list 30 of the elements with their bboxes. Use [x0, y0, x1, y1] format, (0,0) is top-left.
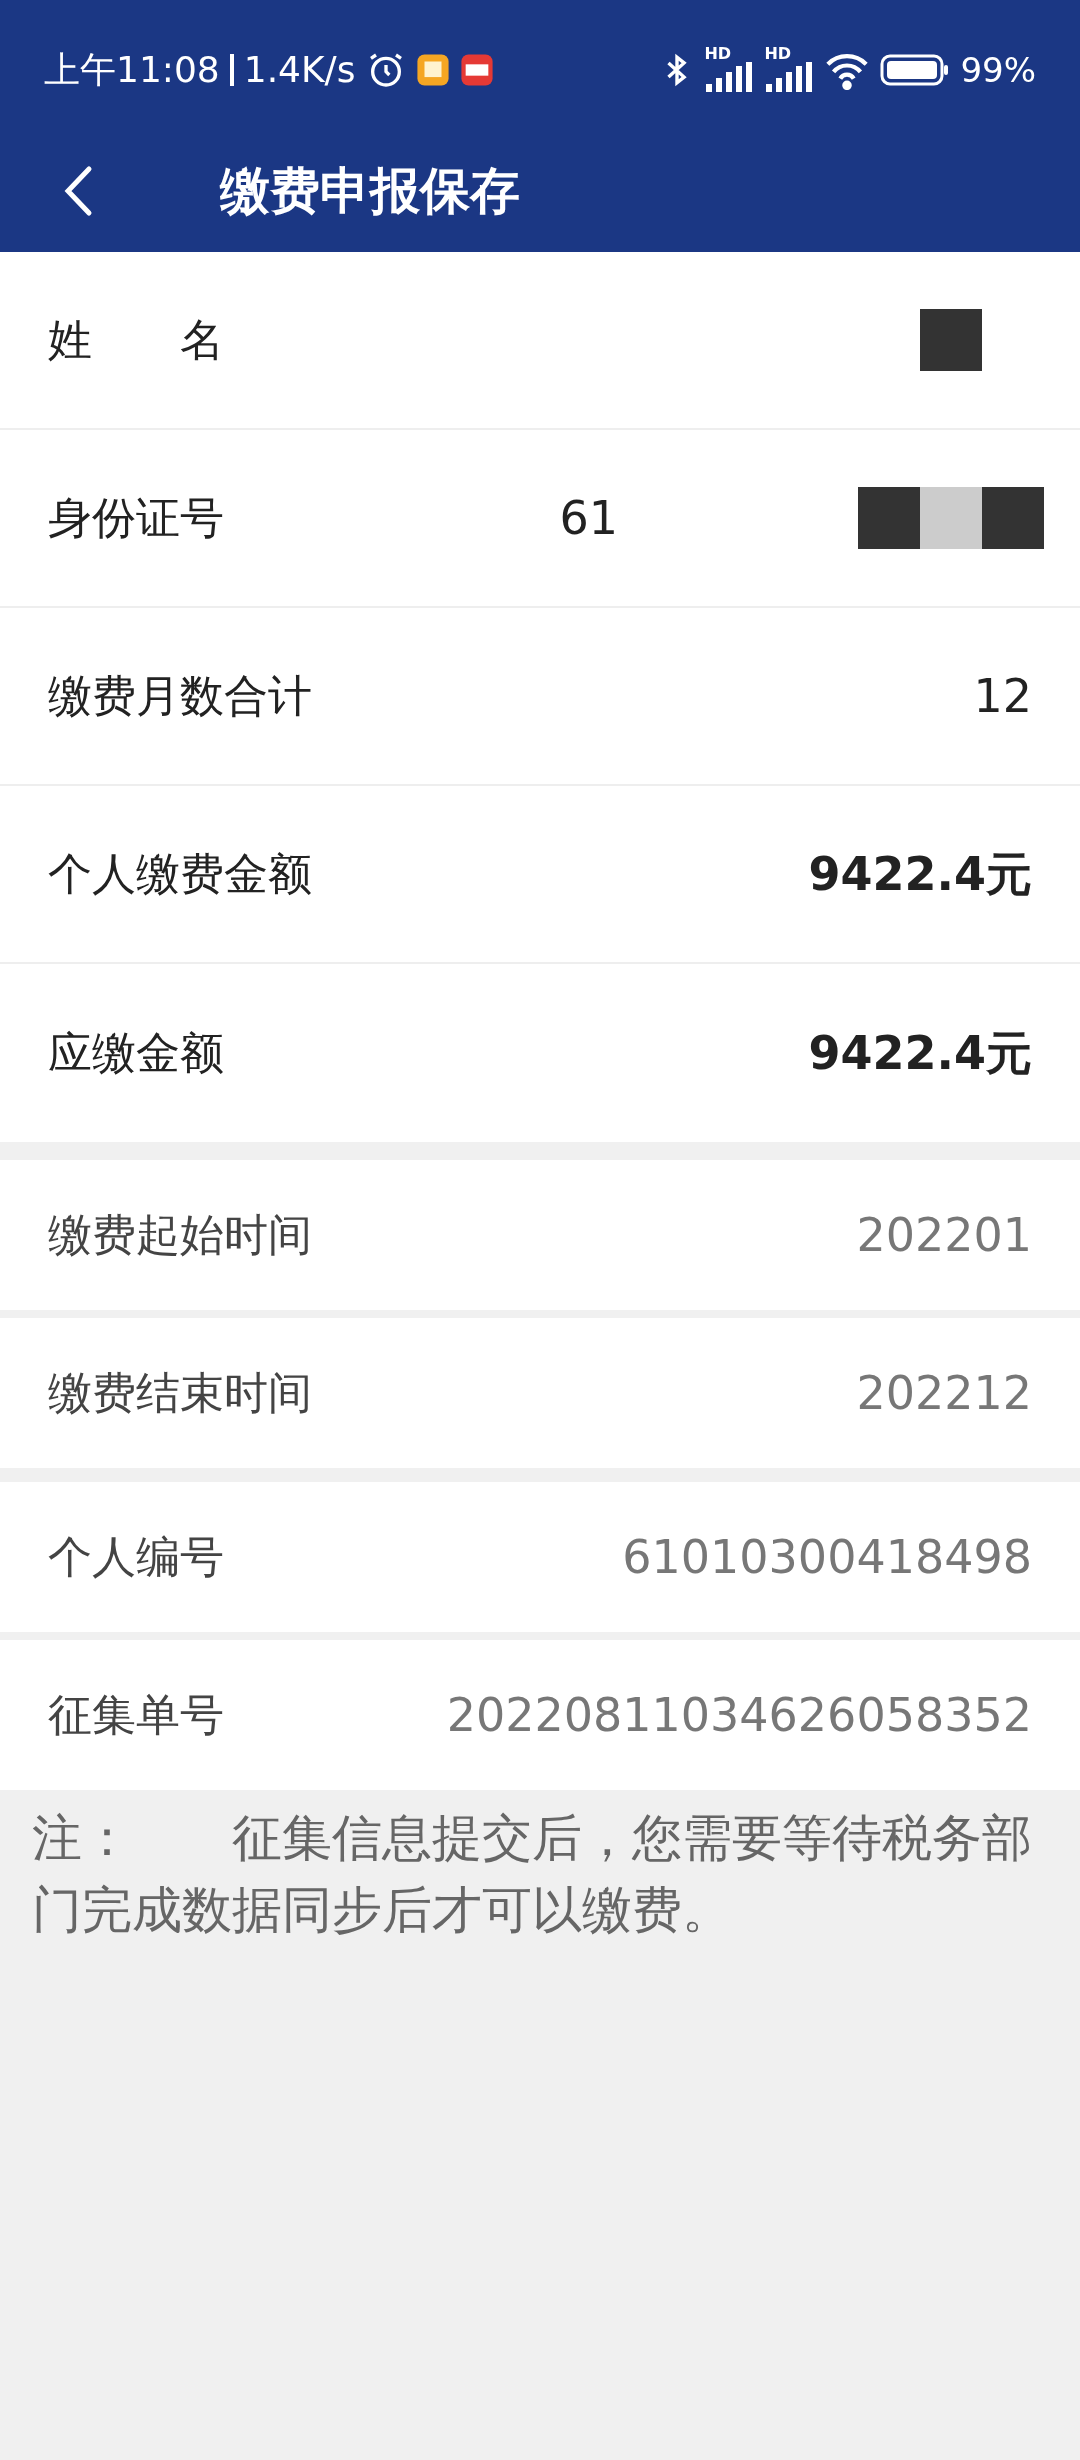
app-notification-icon	[459, 53, 494, 87]
page-title: 缴费申报保存	[220, 160, 520, 222]
field-label: 缴费结束时间	[48, 1366, 312, 1420]
battery-icon	[880, 52, 951, 88]
field-label: 身份证号	[48, 491, 224, 545]
field-value: 202201	[856, 1206, 1032, 1264]
field-label: 征集单号	[48, 1688, 224, 1742]
field-value: 61	[559, 489, 618, 547]
field-value: 202212	[856, 1364, 1032, 1422]
field-value: 61010300418498	[622, 1528, 1032, 1586]
signal-icon	[766, 62, 813, 92]
field-label: 缴费月数合计	[48, 669, 312, 723]
field-value: 9422.4元	[808, 845, 1032, 903]
network-type-label: HD	[764, 43, 792, 65]
field-value: 20220811034626058352	[446, 1686, 1032, 1744]
signal-icon	[706, 62, 753, 92]
field-label: 缴费起始时间	[48, 1208, 312, 1262]
status-time: 上午11:08	[44, 48, 220, 92]
network-type-label: HD	[704, 43, 732, 65]
field-value: 12	[973, 667, 1032, 725]
field-label: 个人编号	[48, 1530, 224, 1584]
network-speed: 1.4K/s	[243, 48, 356, 92]
note-text: 注： 征集信息提交后，您需要等待税务部门完成数据同步后才可以缴费。	[31, 1808, 1033, 1941]
app-notification-icon	[415, 53, 450, 87]
back-icon	[63, 165, 93, 217]
field-label: 应缴金额	[48, 1026, 224, 1080]
field-label: 个人缴费金额	[48, 847, 312, 901]
field-label: 姓 名	[48, 313, 224, 367]
field-value: 9422.4元	[808, 1024, 1032, 1082]
battery-level: 99%	[960, 48, 1036, 92]
